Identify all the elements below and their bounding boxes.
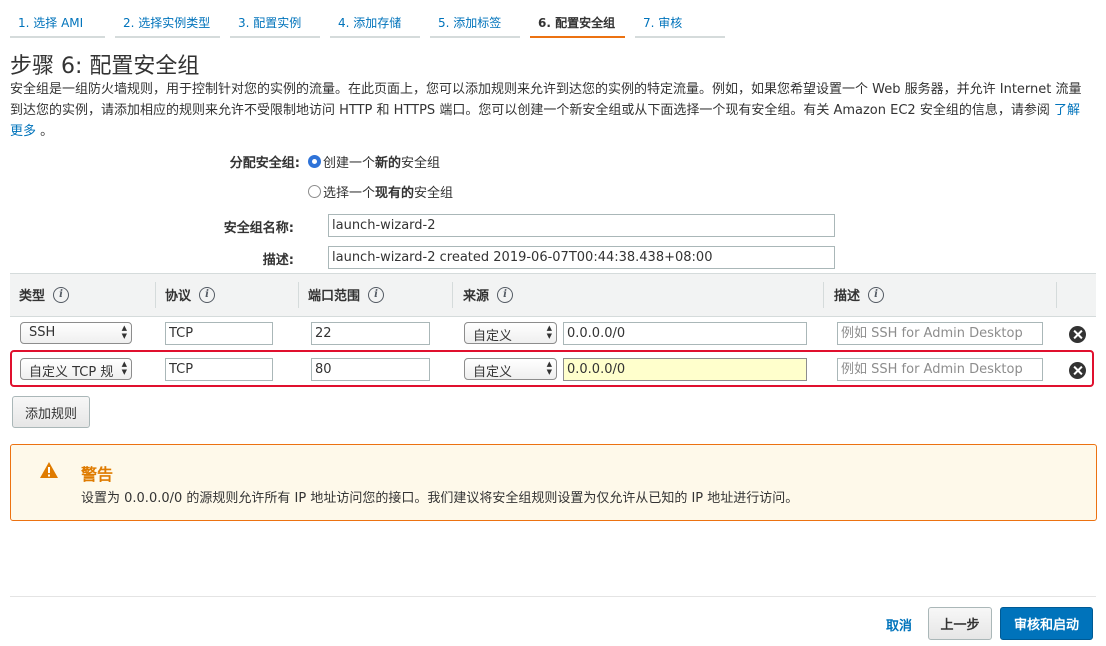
rule-source-mode: 自定义 (473, 329, 513, 344)
warning-text: 设置为 0.0.0.0/0 的源规则允许所有 IP 地址访问您的接口。我们建议将… (81, 491, 799, 506)
tab-choose-instance-type[interactable]: 2. 选择实例类型 (115, 8, 220, 38)
header-type: 类型 i (19, 285, 70, 304)
select-arrows-icon: ▲ ▼ (121, 360, 127, 376)
column-divider (452, 282, 453, 308)
rule-source-select[interactable]: 自定义 ▲ ▼ (464, 322, 557, 344)
radio-select-existing[interactable]: 选择一个 现有的 安全组 (308, 182, 453, 201)
tab-choose-ami[interactable]: 1. 选择 AMI (10, 8, 105, 38)
tab-label: 4. 添加存储 (338, 16, 402, 30)
delete-rule-icon[interactable] (1069, 326, 1086, 343)
select-arrows-icon: ▲ ▼ (546, 360, 552, 376)
info-icon[interactable]: i (199, 286, 216, 303)
header-port-range: 端口范围 i (308, 285, 385, 304)
header-description-label: 描述 (834, 289, 861, 304)
warning-box: 警告 设置为 0.0.0.0/0 的源规则允许所有 IP 地址访问您的接口。我们… (10, 444, 1097, 521)
column-divider (298, 282, 299, 308)
select-arrows-icon: ▲ ▼ (121, 324, 127, 340)
rule-type-select[interactable]: 自定义 TCP 规 ▲ ▼ (20, 358, 132, 380)
header-port-range-label: 端口范围 (308, 289, 361, 304)
radio-create-new-icon[interactable] (308, 155, 321, 168)
rule-protocol-input[interactable] (165, 358, 273, 381)
page-title: 步骤 6: 配置安全组 (10, 54, 200, 79)
intro-end: 。 (40, 124, 54, 139)
tab-label: 3. 配置实例 (238, 16, 302, 30)
info-icon[interactable]: i (497, 286, 514, 303)
previous-button[interactable]: 上一步 (928, 607, 992, 640)
radio-create-bold: 新的 (375, 156, 402, 171)
info-icon[interactable]: i (868, 286, 885, 303)
info-icon[interactable]: i (368, 286, 385, 303)
header-type-label: 类型 (19, 289, 46, 304)
column-divider (1056, 282, 1057, 308)
radio-create-new[interactable]: 创建一个 新的 安全组 (308, 152, 440, 171)
tab-label: 2. 选择实例类型 (123, 16, 211, 30)
rule-source-cidr-input[interactable] (563, 358, 807, 381)
rule-source-cidr-input[interactable] (563, 322, 807, 345)
group-name-label: 安全组名称: (223, 221, 294, 236)
select-arrows-icon: ▲ ▼ (546, 324, 552, 340)
radio-existing-bold: 现有的 (375, 186, 415, 201)
radio-select-existing-icon[interactable] (308, 185, 321, 198)
group-description-input[interactable] (328, 246, 835, 269)
intro-text: 安全组是一组防火墙规则，用于控制针对您的实例的流量。在此页面上，您可以添加规则来… (10, 82, 1082, 118)
rule-protocol-input[interactable] (165, 322, 273, 345)
rules-table-header: 类型 i 协议 i 端口范围 i 来源 i 描述 i (10, 273, 1096, 317)
tab-label: 6. 配置安全组 (538, 16, 616, 30)
page-intro: 安全组是一组防火墙规则，用于控制针对您的实例的流量。在此页面上，您可以添加规则来… (10, 79, 1090, 142)
tab-configure-security-group[interactable]: 6. 配置安全组 (530, 8, 625, 38)
column-divider (155, 282, 156, 308)
rule-description-input[interactable] (837, 322, 1043, 345)
tab-label: 1. 选择 AMI (18, 16, 84, 30)
delete-rule-icon[interactable] (1069, 362, 1086, 379)
rule-source-mode: 自定义 (473, 365, 513, 380)
radio-existing-suffix: 安全组 (414, 186, 454, 201)
rule-type-value: SSH (29, 325, 56, 340)
footer-divider (10, 596, 1096, 597)
radio-create-prefix: 创建一个 (323, 156, 376, 171)
header-description: 描述 i (834, 285, 885, 304)
rule-port-input[interactable] (311, 322, 430, 345)
tab-review[interactable]: 7. 审核 (635, 8, 725, 38)
rule-source-select[interactable]: 自定义 ▲ ▼ (464, 358, 557, 380)
tab-label: 5. 添加标签 (438, 16, 502, 30)
review-and-launch-button[interactable]: 审核和启动 (1000, 607, 1093, 640)
header-source-label: 来源 (463, 289, 490, 304)
header-protocol: 协议 i (165, 285, 216, 304)
group-description-label: 描述: (262, 253, 294, 268)
warning-title: 警告 (81, 465, 114, 484)
header-source: 来源 i (463, 285, 514, 304)
column-divider (823, 282, 824, 308)
tab-configure-instance[interactable]: 3. 配置实例 (230, 8, 320, 38)
radio-create-suffix: 安全组 (401, 156, 441, 171)
rule-type-select[interactable]: SSH ▲ ▼ (20, 322, 132, 344)
tab-add-storage[interactable]: 4. 添加存储 (330, 8, 420, 38)
rule-port-input[interactable] (311, 358, 430, 381)
header-protocol-label: 协议 (165, 289, 192, 304)
tab-label: 7. 审核 (643, 16, 683, 30)
rule-type-value: 自定义 TCP 规 (29, 365, 114, 380)
cancel-button[interactable]: 取消 (876, 608, 922, 640)
wizard-steps: 1. 选择 AMI 2. 选择实例类型 3. 配置实例 4. 添加存储 5. 添… (10, 8, 735, 38)
tab-add-tags[interactable]: 5. 添加标签 (430, 8, 520, 38)
assign-label: 分配安全组: (229, 156, 300, 171)
group-name-input[interactable] (328, 214, 835, 237)
radio-existing-prefix: 选择一个 (323, 186, 376, 201)
info-icon[interactable]: i (53, 286, 70, 303)
add-rule-button[interactable]: 添加规则 (12, 396, 90, 428)
rule-description-input[interactable] (837, 358, 1043, 381)
warning-icon (40, 462, 58, 478)
